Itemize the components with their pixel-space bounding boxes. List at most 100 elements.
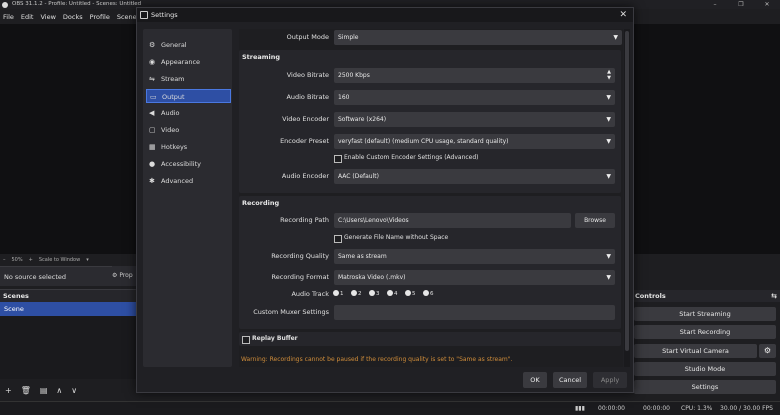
scene-item[interactable]: Scene [0,302,136,316]
menu-edit[interactable]: Edit [21,13,34,21]
video-bitrate-input[interactable]: 2500 Kbps ▲ ▼ [334,68,615,83]
accessibility-icon: ● [149,160,156,168]
scenes-header: Scenes [0,290,136,302]
muxer-settings-input[interactable] [334,305,615,320]
nav-general[interactable]: ⚙ General [146,38,231,52]
close-icon[interactable]: ✕ [619,8,627,22]
stream-time: 00:00:00 [598,405,625,412]
settings-title: Settings [151,11,178,19]
audio-track-5[interactable]: 5 [405,289,416,299]
audio-encoder-select[interactable]: AAC (Default) ▼ [334,169,615,184]
video-encoder-select[interactable]: Software (x264) ▼ [334,112,615,127]
settings-scrollbar[interactable] [624,29,630,367]
chevron-down-icon[interactable]: ▾ [86,257,89,263]
nav-accessibility[interactable]: ● Accessibility [146,157,231,171]
move-up-icon[interactable]: ∧ [56,386,62,395]
keyboard-icon: ▦ [149,143,156,151]
video-encoder-label: Video Encoder [282,115,329,123]
start-streaming-button[interactable]: Start Streaming [634,307,776,321]
chevron-down-icon: ▼ [606,173,611,180]
audio-encoder-label: Audio Encoder [281,172,329,180]
zoom-out-icon[interactable]: – [3,257,6,263]
recording-section: Recording Recording Path C:\Users\Lenovo… [239,196,621,329]
chevron-down-icon: ▼ [606,253,611,260]
chevron-down-icon: ▼ [606,94,611,101]
start-virtual-camera-button[interactable]: Start Virtual Camera [634,344,757,358]
settings-window-icon [140,11,148,19]
audio-track-1[interactable]: 1 [333,289,344,299]
obs-main-window: OBS 31.1.2 - Profile: Untitled - Scenes:… [0,0,780,415]
palette-icon: ◉ [149,58,156,66]
gear-icon: ⚙ [149,41,156,49]
filter-icon[interactable]: ▤ [40,386,48,395]
nav-video[interactable]: ▢ Video [146,123,231,137]
move-down-icon[interactable]: ∨ [71,386,77,395]
recording-path-input[interactable]: C:\Users\Lenovo\Videos [334,213,571,228]
close-window-icon[interactable]: ✕ [754,0,780,9]
virtual-camera-settings-icon[interactable]: ⚙ [759,344,776,358]
audio-bitrate-select[interactable]: 160 ▼ [334,90,615,105]
remove-scene-icon[interactable]: 🗑 [21,386,31,395]
zoom-in-icon[interactable]: + [29,257,33,263]
stepper-icon[interactable]: ▲ ▼ [607,69,611,81]
rec-time: 00:00:00 [643,405,670,412]
settings-title-bar: Settings ✕ [137,8,633,22]
encoder-preset-label: Encoder Preset [280,137,329,145]
nav-audio[interactable]: ◀ Audio [146,106,231,120]
scrollbar-thumb[interactable] [625,31,629,351]
chevron-down-icon: ▼ [606,116,611,123]
window-controls: – ❐ ✕ [702,0,780,9]
menu-profile[interactable]: Profile [90,13,110,21]
audio-track-2[interactable]: 2 [351,289,362,299]
studio-mode-button[interactable]: Studio Mode [634,362,776,376]
scenes-dock: Scenes Scene [0,289,136,379]
audio-track-4[interactable]: 4 [387,289,398,299]
nav-stream[interactable]: ⇋ Stream [146,72,231,86]
menu-docks[interactable]: Docks [63,13,83,21]
video-bitrate-label: Video Bitrate [286,71,329,79]
recording-quality-select[interactable]: Same as stream ▼ [334,249,615,264]
generate-filename-checkbox[interactable]: Generate File Name without Space [334,233,448,243]
nav-appearance[interactable]: ◉ Appearance [146,55,231,69]
cpu-usage: CPU: 1.3% [681,405,713,412]
menu-scene[interactable]: Scene [117,13,137,21]
audio-track-3[interactable]: 3 [369,289,380,299]
settings-button[interactable]: Settings [634,380,776,394]
encoder-preset-select[interactable]: veryfast (default) (medium CPU usage, st… [334,134,615,149]
audio-track-label: Audio Track [291,290,329,298]
wrench-icon: ✱ [149,177,155,185]
replay-buffer-checkbox[interactable]: Replay Buffer [242,334,298,344]
zoom-level[interactable]: 50% [12,257,23,263]
chevron-down-icon: ▼ [613,34,618,41]
ok-button[interactable]: OK [523,372,547,388]
start-recording-button[interactable]: Start Recording [634,325,776,339]
audio-track-6[interactable]: 6 [423,289,434,299]
maximize-icon[interactable]: ❐ [728,0,754,9]
minimize-icon[interactable]: – [702,0,728,9]
gear-icon: ⚙ [112,272,118,279]
menu-file[interactable]: File [3,13,14,21]
nav-hotkeys[interactable]: ▦ Hotkeys [146,140,231,154]
antenna-icon: ⇋ [149,75,155,83]
output-mode-select[interactable]: Simple ▼ [334,30,622,45]
recording-heading: Recording [242,199,280,207]
controls-dock: Controls ⇆ Start Streaming Start Recordi… [632,290,780,400]
recording-format-label: Recording Format [271,273,329,281]
settings-dialog: Settings ✕ ⚙ General ◉ Appearance ⇋ Stream … [136,7,634,393]
recording-path-label: Recording Path [280,216,329,224]
browse-button[interactable]: Browse [575,213,615,228]
fps-readout: 30.00 / 30.00 FPS [720,405,773,412]
obs-logo-icon [2,1,8,8]
nav-advanced[interactable]: ✱ Advanced [146,174,231,188]
recording-format-select[interactable]: Matroska Video (.mkv) ▼ [334,270,615,285]
custom-encoder-checkbox[interactable]: Enable Custom Encoder Settings (Advanced… [334,153,479,163]
add-scene-icon[interactable]: + [5,386,12,395]
cancel-button[interactable]: Cancel [553,372,587,388]
replay-buffer-section: Replay Buffer [239,332,621,346]
monitor-icon: ▢ [149,126,156,134]
menu-view[interactable]: View [40,13,55,21]
apply-button[interactable]: Apply [593,372,627,388]
dock-menu-icon[interactable]: ⇆ [771,290,777,302]
scale-mode[interactable]: Scale to Window [39,257,80,263]
nav-output[interactable]: ▭ Output [146,89,231,103]
